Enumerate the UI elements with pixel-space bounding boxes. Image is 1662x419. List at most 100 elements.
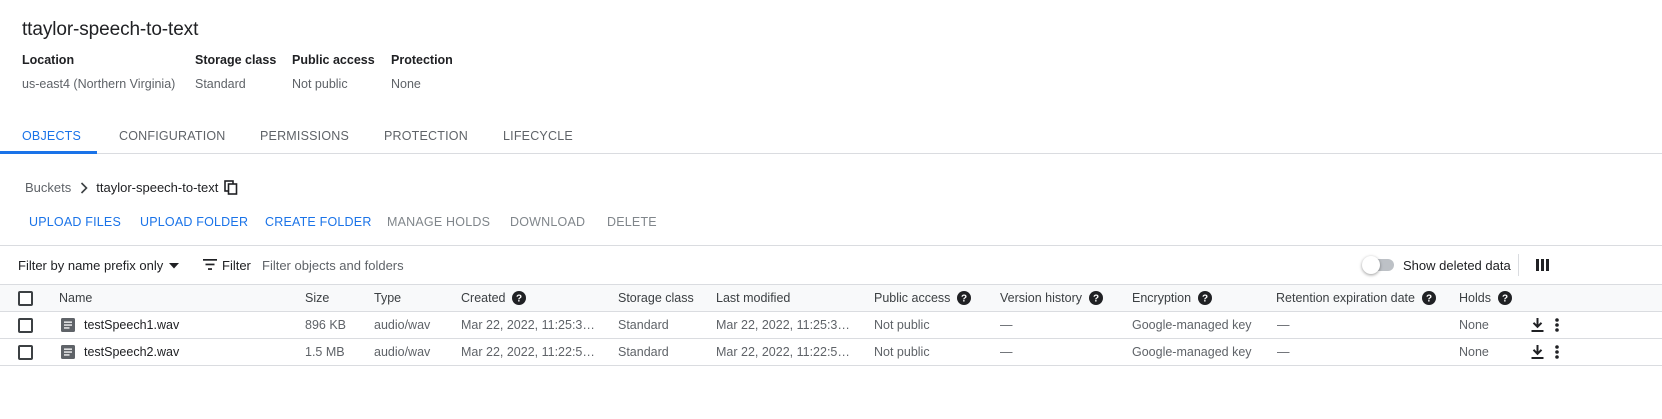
header-created[interactable]: Created ? (461, 291, 527, 305)
active-tab-indicator (0, 151, 97, 154)
cell-retention: — (1277, 318, 1290, 332)
header-label: Public access (874, 291, 951, 305)
download-button[interactable]: DOWNLOAD (510, 215, 585, 229)
header-last-modified[interactable]: Last modified (716, 291, 790, 305)
filter-input[interactable] (262, 252, 762, 278)
svg-text:?: ? (1202, 294, 1208, 305)
svg-text:?: ? (1426, 294, 1432, 305)
row-checkbox[interactable] (18, 345, 33, 360)
download-icon[interactable] (1531, 318, 1544, 332)
info-label: Storage class (195, 53, 277, 67)
cell-encryption: Google-managed key (1132, 318, 1252, 332)
header-label: Name (59, 291, 93, 305)
select-all-checkbox[interactable] (18, 291, 33, 306)
file-icon (61, 318, 75, 332)
info-value: None (391, 77, 421, 91)
help-icon[interactable]: ? (512, 291, 527, 305)
header-name[interactable]: Name (59, 291, 92, 305)
breadcrumb-current: ttaylor-speech-to-text (96, 180, 219, 195)
upload-folder-button[interactable]: UPLOAD FOLDER (140, 215, 248, 229)
upload-files-button[interactable]: UPLOAD FILES (29, 215, 121, 229)
show-deleted-label: Show deleted data (1403, 258, 1511, 273)
more-vert-icon[interactable] (1555, 345, 1559, 359)
more-vert-icon[interactable] (1555, 318, 1559, 332)
tab-bar: OBJECTS CONFIGURATION PERMISSIONS PROTEC… (0, 118, 1662, 154)
filter-bar: Filter by name prefix only Filter Show d… (0, 245, 1662, 285)
cell-public-access: Not public (874, 318, 930, 332)
info-protection: Protection None (391, 53, 453, 91)
header-label: Version history (1000, 291, 1082, 305)
toggle-knob (1362, 256, 1380, 274)
header-retention-expiration[interactable]: Retention expiration date ? (1276, 291, 1436, 305)
svg-text:?: ? (961, 294, 967, 305)
chevron-right-icon (80, 181, 88, 194)
header-storage-class[interactable]: Storage class (618, 291, 694, 305)
delete-button[interactable]: DELETE (607, 215, 657, 229)
header-public-access[interactable]: Public access ? (874, 291, 972, 305)
cell-type: audio/wav (374, 318, 431, 332)
cell-size: 1.5 MB (305, 345, 345, 359)
object-name-link[interactable]: testSpeech2.wav (84, 345, 179, 359)
tab-protection[interactable]: PROTECTION (384, 129, 468, 143)
bucket-title: ttaylor-speech-to-text (22, 19, 199, 40)
cell-last-modified: Mar 22, 2022, 11:25:3… (716, 318, 850, 332)
info-label: Public access (292, 53, 375, 67)
tab-permissions[interactable]: PERMISSIONS (260, 129, 349, 143)
filter-icon[interactable] (203, 259, 217, 270)
info-label: Protection (391, 53, 453, 67)
header-label: Encryption (1132, 291, 1192, 305)
info-value: Standard (195, 77, 246, 91)
cell-version-history: — (1000, 345, 1013, 359)
table-header: Name Size Type Created ? Storage class L… (0, 285, 1662, 312)
header-type[interactable]: Type (374, 291, 401, 305)
cell-type: audio/wav (374, 345, 431, 359)
header-size[interactable]: Size (305, 291, 329, 305)
copy-icon[interactable] (224, 180, 238, 195)
filter-prefix-dropdown[interactable]: Filter by name prefix only (18, 258, 180, 273)
cell-holds: None (1459, 318, 1489, 332)
help-icon[interactable]: ? (1088, 291, 1103, 305)
info-location: Location us-east4 (Northern Virginia) (22, 53, 175, 91)
info-public-access: Public access Not public (292, 53, 375, 91)
cell-retention: — (1277, 345, 1290, 359)
row-checkbox[interactable] (18, 318, 33, 333)
info-storage-class: Storage class Standard (195, 53, 276, 91)
breadcrumb-buckets-link[interactable]: Buckets (25, 180, 71, 195)
help-icon[interactable]: ? (1497, 291, 1512, 305)
cell-last-modified: Mar 22, 2022, 11:22:5… (716, 345, 850, 359)
show-deleted-toggle[interactable] (1362, 256, 1396, 274)
help-icon[interactable]: ? (957, 291, 972, 305)
cell-holds: None (1459, 345, 1489, 359)
header-encryption[interactable]: Encryption ? (1132, 291, 1213, 305)
help-icon[interactable]: ? (1198, 291, 1213, 305)
column-display-icon[interactable] (1536, 259, 1549, 271)
tab-lifecycle[interactable]: LIFECYCLE (503, 129, 573, 143)
header-holds[interactable]: Holds ? (1459, 291, 1512, 305)
header-label: Last modified (716, 291, 791, 305)
cell-storage-class: Standard (618, 345, 669, 359)
header-label: Created (461, 291, 506, 305)
cell-created: Mar 22, 2022, 11:25:3… (461, 318, 595, 332)
cell-size: 896 KB (305, 318, 347, 332)
svg-text:?: ? (1502, 294, 1508, 305)
help-icon[interactable]: ? (1421, 291, 1436, 305)
caret-down-icon (169, 262, 180, 269)
header-label: Storage class (618, 291, 694, 305)
create-folder-button[interactable]: CREATE FOLDER (265, 215, 372, 229)
header-label: Retention expiration date (1276, 291, 1415, 305)
download-icon[interactable] (1531, 345, 1544, 359)
header-version-history[interactable]: Version history ? (1000, 291, 1103, 305)
breadcrumb: Buckets ttaylor-speech-to-text (25, 180, 238, 195)
svg-text:?: ? (516, 294, 522, 305)
tab-configuration[interactable]: CONFIGURATION (119, 129, 226, 143)
filter-label: Filter (222, 258, 251, 273)
header-label: Type (374, 291, 402, 305)
file-icon (61, 345, 75, 359)
header-label: Size (305, 291, 330, 305)
table-row: testSpeech2.wav 1.5 MB audio/wav Mar 22,… (0, 339, 1662, 366)
info-value: Not public (292, 77, 348, 91)
tab-objects[interactable]: OBJECTS (22, 129, 81, 143)
object-name-link[interactable]: testSpeech1.wav (84, 318, 179, 332)
filter-prefix-label: Filter by name prefix only (18, 258, 164, 273)
manage-holds-button[interactable]: MANAGE HOLDS (387, 215, 490, 229)
